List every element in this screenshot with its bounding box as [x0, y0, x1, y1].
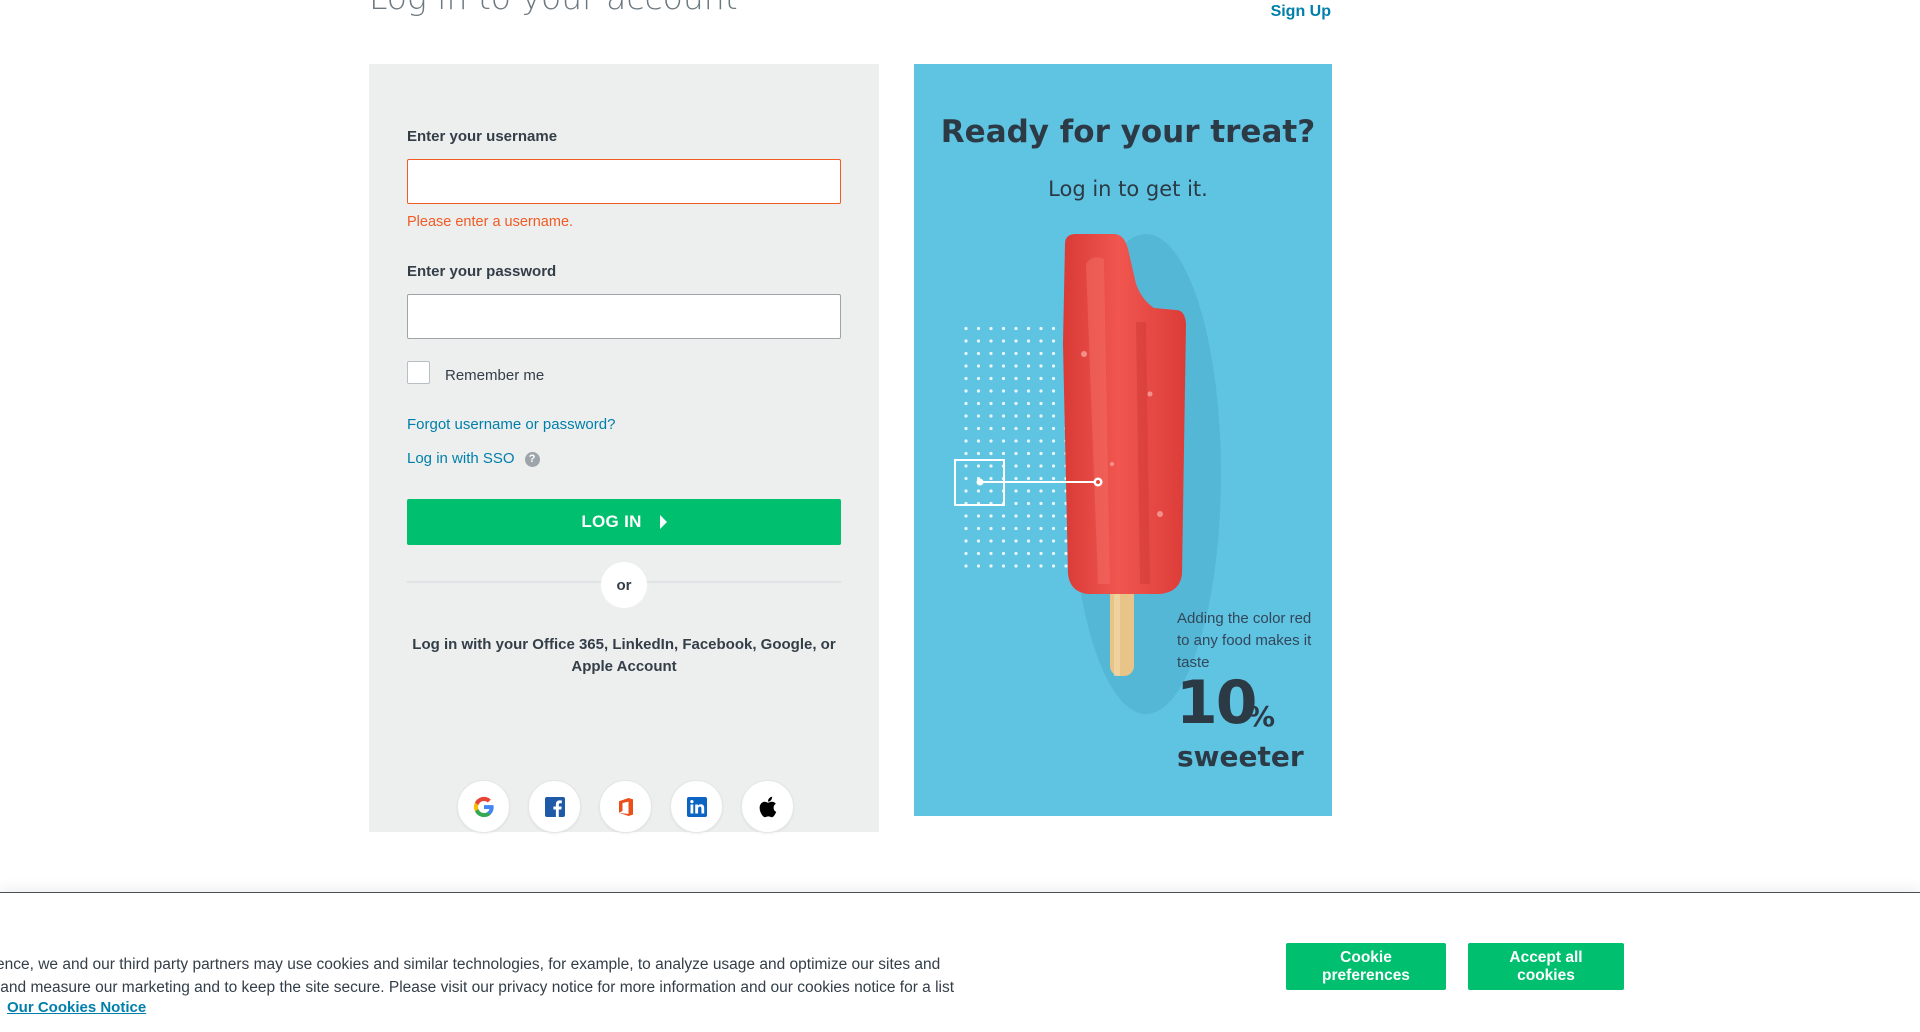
cookie-text: ence, we and our third party partners ma…: [0, 953, 954, 999]
facebook-login-button[interactable]: [528, 780, 581, 833]
remember-label: Remember me: [445, 367, 545, 384]
sso-link[interactable]: Log in with SSO: [407, 450, 515, 467]
sso-row: Log in with SSO?: [407, 450, 540, 467]
cookie-text-line-2: and measure our marketing and to keep th…: [0, 979, 955, 996]
login-panel: Enter your username Please enter a usern…: [369, 64, 879, 833]
apple-icon: [759, 796, 777, 817]
password-label: Enter your password: [407, 263, 557, 280]
sign-up-link[interactable]: Sign Up: [1271, 3, 1331, 21]
caret-right-icon: [659, 515, 667, 529]
promo-big-number: 10: [1176, 668, 1257, 738]
username-error: Please enter a username.: [407, 214, 574, 230]
remember-me[interactable]: Remember me: [407, 361, 544, 384]
cookie-preferences-button[interactable]: Cookie preferences: [1286, 943, 1446, 990]
promo-panel: Ready for your treat? Log in to get it. …: [914, 64, 1332, 816]
remember-checkbox[interactable]: [407, 361, 430, 384]
cookie-text-line-1: ence, we and our third party partners ma…: [0, 956, 941, 973]
office-login-button[interactable]: [599, 780, 652, 833]
accept-all-cookies-button[interactable]: Accept all cookies: [1468, 943, 1624, 990]
google-icon: [473, 796, 494, 817]
linkedin-login-button[interactable]: [670, 780, 723, 833]
login-button[interactable]: LOG IN: [407, 499, 841, 545]
username-label: Enter your username: [407, 128, 558, 145]
google-login-button[interactable]: [457, 780, 510, 833]
divider-or: or: [601, 562, 647, 608]
facebook-icon: [544, 796, 565, 817]
social-login-text: Log in with your Office 365, LinkedIn, F…: [412, 636, 836, 675]
promo-percent: %: [1247, 700, 1276, 733]
password-input[interactable]: [407, 294, 841, 339]
promo-fact: Adding the color red to any food makes i…: [1177, 610, 1312, 671]
promo-sweeter: sweeter: [1177, 740, 1304, 773]
cookie-banner: ence, we and our third party partners ma…: [0, 892, 1920, 1032]
forgot-link[interactable]: Forgot username or password?: [407, 416, 615, 433]
linkedin-icon: [686, 796, 707, 817]
login-button-label: LOG IN: [581, 512, 642, 531]
social-buttons: [457, 780, 794, 833]
help-icon[interactable]: ?: [524, 452, 540, 467]
apple-login-button[interactable]: [741, 780, 794, 833]
cookies-notice-link[interactable]: Our Cookies Notice: [7, 999, 146, 1016]
page-title: Log in to your account: [369, 0, 738, 17]
promo-subtitle: Log in to get it.: [1048, 177, 1208, 201]
promo-title: Ready for your treat?: [940, 114, 1316, 150]
office-icon: [618, 797, 633, 816]
username-input[interactable]: [407, 159, 841, 204]
